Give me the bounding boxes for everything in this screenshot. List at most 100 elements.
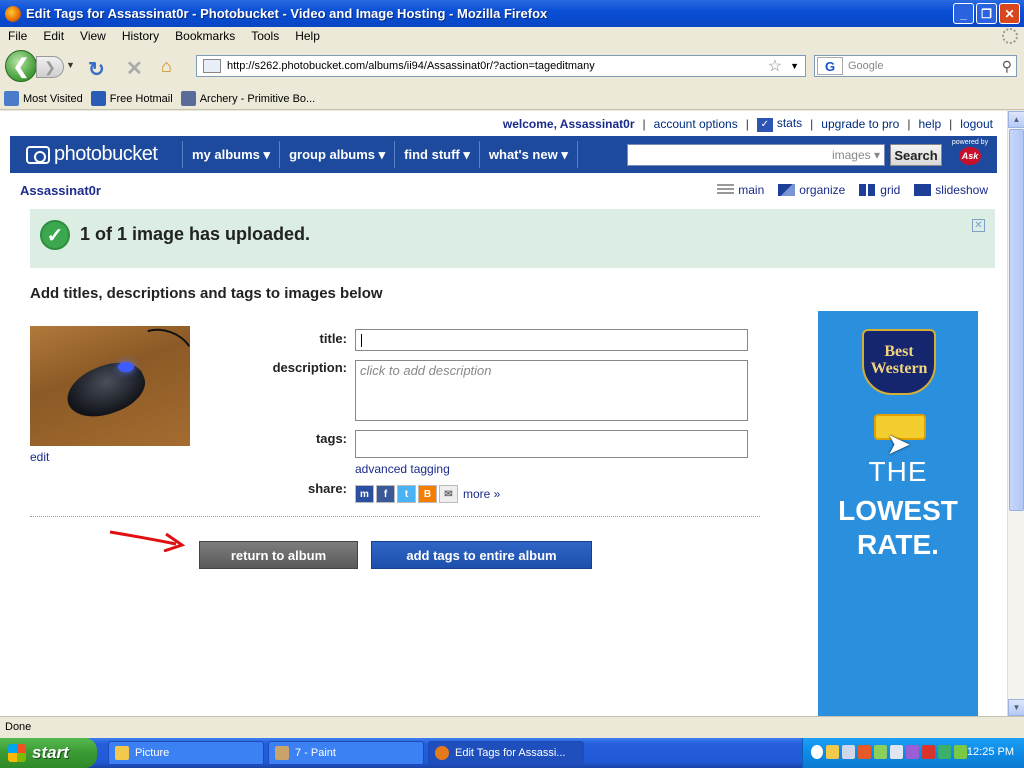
start-button[interactable]: start xyxy=(0,738,97,768)
search-engine-icon[interactable]: G xyxy=(817,57,843,75)
blogger-icon[interactable]: B xyxy=(418,485,437,503)
search-scope-select[interactable]: images ▾ xyxy=(832,148,880,162)
tags-input[interactable] xyxy=(355,430,748,458)
view-grid[interactable]: grid xyxy=(859,183,900,197)
update-icon[interactable] xyxy=(938,745,951,759)
more-share-link[interactable]: more » xyxy=(463,487,500,501)
url-bar[interactable]: http://s262.photobucket.com/albums/ii94/… xyxy=(196,55,806,77)
upload-success-banner: ✓ 1 of 1 image has uploaded. ✕ xyxy=(30,209,995,268)
security-icon[interactable] xyxy=(922,745,935,759)
slideshow-icon xyxy=(914,184,932,196)
vertical-scrollbar[interactable]: ▲ ▼ xyxy=(1007,111,1024,716)
view-switcher: main organize grid slideshow xyxy=(717,183,988,197)
navigation-toolbar: ❮ ❯ ▼ ↻ ✕ ⌂ http://s262.photobucket.com/… xyxy=(0,46,1024,88)
messenger-icon[interactable] xyxy=(874,745,887,759)
search-icon[interactable]: ⚲ xyxy=(1002,58,1012,75)
return-to-album-button[interactable]: return to album xyxy=(199,541,358,569)
logout-link[interactable]: logout xyxy=(960,117,993,131)
menu-edit[interactable]: Edit xyxy=(43,29,64,43)
scroll-thumb[interactable] xyxy=(1009,129,1024,511)
tags-label: tags: xyxy=(315,431,347,446)
menu-help[interactable]: Help xyxy=(295,29,320,43)
uploaded-image-thumbnail[interactable] xyxy=(30,326,190,446)
bookmark-archery[interactable]: Archery - Primitive Bo... xyxy=(180,91,315,106)
site-search-button[interactable]: Search xyxy=(890,144,942,166)
add-tags-to-album-button[interactable]: add tags to entire album xyxy=(371,541,592,569)
help-link[interactable]: help xyxy=(918,117,941,131)
history-dropdown-icon[interactable]: ▼ xyxy=(66,60,75,70)
nav-whats-new[interactable]: what's new ▾ xyxy=(478,141,578,168)
firefox-icon xyxy=(435,746,449,760)
email-icon[interactable]: ✉ xyxy=(439,485,458,503)
minimize-button[interactable]: _ xyxy=(953,3,974,24)
url-text[interactable]: http://s262.photobucket.com/albums/ii94/… xyxy=(227,60,768,72)
search-placeholder[interactable]: Google xyxy=(848,60,1002,72)
menu-view[interactable]: View xyxy=(80,29,106,43)
account-options-link[interactable]: account options xyxy=(654,117,738,131)
view-slideshow[interactable]: slideshow xyxy=(914,183,988,197)
back-button[interactable]: ❮ xyxy=(5,50,37,82)
reload-icon[interactable]: ↻ xyxy=(88,57,105,82)
nav-my-albums[interactable]: my albums ▾ xyxy=(182,141,279,168)
stats-link[interactable]: ✓ stats xyxy=(756,116,802,132)
throbber-icon xyxy=(1002,28,1018,44)
volume-icon[interactable] xyxy=(890,745,903,759)
scroll-up-icon[interactable]: ▲ xyxy=(1008,111,1024,128)
description-input[interactable]: click to add description xyxy=(355,360,748,421)
section-heading: Add titles, descriptions and tags to ima… xyxy=(30,285,383,302)
dismiss-banner-icon[interactable]: ✕ xyxy=(972,219,985,232)
ad-text-line1: THE xyxy=(868,456,928,487)
menu-file[interactable]: File xyxy=(8,29,27,43)
stats-icon: ✓ xyxy=(756,118,773,132)
best-western-logo: Best Western xyxy=(862,329,936,395)
forward-button[interactable]: ❯ xyxy=(36,56,64,78)
twitter-icon[interactable]: t xyxy=(397,485,416,503)
windows-logo-icon xyxy=(8,744,26,762)
advertisement[interactable]: Best Western ➤ THE LOWEST RATE. xyxy=(818,311,978,716)
share-label: share: xyxy=(307,481,347,496)
folder-icon xyxy=(115,746,129,760)
url-dropdown-icon[interactable]: ▼ xyxy=(790,61,799,71)
nav-find-stuff[interactable]: find stuff ▾ xyxy=(394,141,479,168)
bookmark-most-visited[interactable]: Most Visited xyxy=(4,91,83,106)
upgrade-link[interactable]: upgrade to pro xyxy=(821,117,899,131)
title-label: title: xyxy=(319,331,347,346)
view-organize[interactable]: organize xyxy=(778,183,845,197)
stop-icon[interactable]: ✕ xyxy=(126,56,143,81)
site-identity-icon[interactable] xyxy=(203,59,221,73)
photobucket-logo[interactable]: photobucket xyxy=(26,143,182,166)
facebook-icon[interactable]: f xyxy=(376,485,395,503)
site-search-input[interactable]: images ▾ xyxy=(627,144,885,166)
bookmark-star-icon[interactable]: ☆ xyxy=(768,56,782,76)
web-search-box[interactable]: G Google ⚲ xyxy=(814,55,1017,77)
signal-icon[interactable] xyxy=(954,745,967,759)
bookmarks-toolbar: Most Visited Free Hotmail Archery - Prim… xyxy=(0,88,1024,110)
scroll-down-icon[interactable]: ▼ xyxy=(1008,699,1024,716)
advanced-tagging-link[interactable]: advanced tagging xyxy=(355,462,450,476)
nav-group-albums[interactable]: group albums ▾ xyxy=(279,141,394,168)
title-input[interactable] xyxy=(355,329,748,351)
view-main[interactable]: main xyxy=(717,183,764,197)
menu-bookmarks[interactable]: Bookmarks xyxy=(175,29,235,43)
antivirus-icon[interactable] xyxy=(858,745,871,759)
network-icon[interactable] xyxy=(842,745,855,759)
edit-image-link[interactable]: edit xyxy=(30,450,49,464)
home-icon[interactable]: ⌂ xyxy=(161,56,172,77)
myspace-icon[interactable]: m xyxy=(355,485,374,503)
close-button[interactable]: ✕ xyxy=(999,3,1020,24)
shield-icon[interactable] xyxy=(826,745,839,759)
menu-history[interactable]: History xyxy=(122,29,159,43)
task-picture[interactable]: Picture xyxy=(108,741,264,765)
tray-chevron-icon[interactable] xyxy=(811,745,823,759)
firefox-icon xyxy=(5,5,21,22)
display-icon[interactable] xyxy=(906,745,919,759)
menu-tools[interactable]: Tools xyxy=(251,29,279,43)
album-owner[interactable]: Assassinat0r xyxy=(20,183,101,198)
web-page: welcome, Assassinat0r | account options … xyxy=(0,111,1007,716)
paint-icon xyxy=(275,746,289,760)
archery-icon xyxy=(180,91,196,106)
maximize-button[interactable]: ❐ xyxy=(976,3,997,24)
task-paint[interactable]: 7 - Paint xyxy=(268,741,424,765)
bookmark-free-hotmail[interactable]: Free Hotmail xyxy=(90,91,173,106)
task-firefox[interactable]: Edit Tags for Assassi... xyxy=(428,741,584,765)
